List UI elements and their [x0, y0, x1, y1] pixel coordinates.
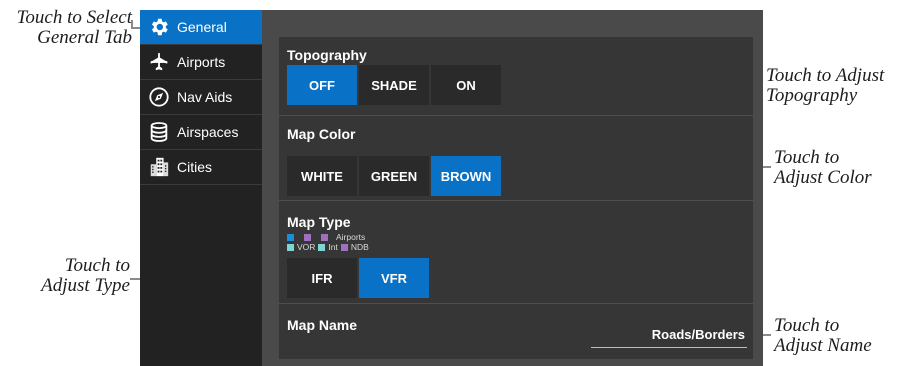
- tab-label: Cities: [177, 159, 213, 175]
- tab-general[interactable]: General: [140, 10, 262, 45]
- topography-section: Topography OFF SHADE ON: [279, 37, 753, 115]
- map-type-section: Map Type Airports VOR Int NDB IFR VFR: [279, 201, 753, 303]
- map-type-legend: Airports VOR Int NDB: [287, 232, 369, 252]
- legend-airports-label: Airports: [336, 232, 366, 242]
- settings-panel: Topography OFF SHADE ON Map Color WHITE …: [279, 37, 753, 359]
- map-type-title: Map Type: [287, 214, 351, 230]
- legend-swatch-purple: [321, 233, 328, 241]
- airport-icon: [148, 51, 170, 73]
- map-name-section[interactable]: Map Name Roads/Borders: [279, 304, 753, 359]
- legend-swatch-cyan: [318, 243, 326, 251]
- callout-adjust-name: Touch to Adjust Name: [774, 315, 872, 356]
- map-type-ifr-button[interactable]: IFR: [287, 258, 357, 298]
- map-type-selector: IFR VFR: [287, 258, 429, 298]
- map-color-green-button[interactable]: GREEN: [359, 156, 429, 196]
- map-name-underline: [591, 347, 747, 348]
- topography-title: Topography: [287, 47, 367, 63]
- legend-swatch-purple: [340, 243, 348, 251]
- map-color-selector: WHITE GREEN BROWN: [287, 156, 501, 196]
- city-icon: [148, 156, 170, 178]
- map-name-value[interactable]: Roads/Borders: [652, 327, 745, 342]
- map-color-brown-button[interactable]: BROWN: [431, 156, 501, 196]
- legend-vor-label: VOR: [297, 242, 316, 252]
- map-type-vfr-button[interactable]: VFR: [359, 258, 429, 298]
- map-color-white-button[interactable]: WHITE: [287, 156, 357, 196]
- database-icon: [148, 121, 170, 143]
- map-color-section: Map Color WHITE GREEN BROWN: [279, 116, 753, 200]
- map-settings-screen: General Airports Nav Aids Airspaces Citi…: [140, 10, 763, 366]
- legend-ndb-label: NDB: [350, 242, 369, 252]
- callout-adjust-topography: Touch to Adjust Topography: [766, 65, 885, 106]
- topography-selector: OFF SHADE ON: [287, 65, 501, 105]
- settings-content: Topography OFF SHADE ON Map Color WHITE …: [262, 10, 763, 366]
- map-name-title: Map Name: [287, 317, 358, 333]
- legend-swatch-purple: [304, 233, 311, 241]
- tab-nav-aids[interactable]: Nav Aids: [140, 80, 262, 115]
- tab-airports[interactable]: Airports: [140, 45, 262, 80]
- legend-swatch-cyan: [287, 243, 294, 251]
- tab-label: Airports: [177, 54, 226, 70]
- gear-icon: [148, 16, 170, 38]
- tab-label: Nav Aids: [177, 89, 233, 105]
- legend-int-label: Int: [328, 242, 338, 252]
- tab-label: General: [177, 19, 227, 35]
- callout-adjust-type: Touch to Adjust Type: [41, 255, 130, 296]
- topography-off-button[interactable]: OFF: [287, 65, 357, 105]
- tab-airspaces[interactable]: Airspaces: [140, 115, 262, 150]
- topography-on-button[interactable]: ON: [431, 65, 501, 105]
- callout-adjust-color: Touch to Adjust Color: [774, 147, 872, 188]
- topography-shade-button[interactable]: SHADE: [359, 65, 429, 105]
- sidebar: General Airports Nav Aids Airspaces Citi…: [140, 10, 262, 366]
- tab-label: Airspaces: [177, 124, 239, 140]
- tab-cities[interactable]: Cities: [140, 150, 262, 185]
- legend-swatch-blue: [287, 233, 294, 241]
- map-color-title: Map Color: [287, 126, 356, 142]
- callout-general-tab: Touch to Select General Tab: [16, 7, 132, 48]
- compass-icon: [148, 86, 170, 108]
